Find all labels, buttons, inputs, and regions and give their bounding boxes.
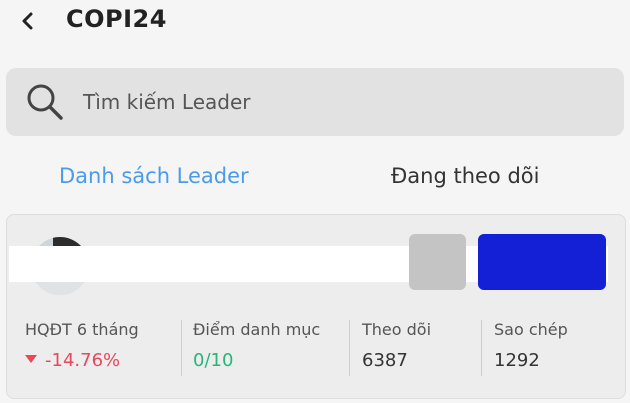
stat-performance: HQĐT 6 tháng -14.76% xyxy=(25,320,139,371)
stat-portfolio-score: Điểm danh mục 0/10 xyxy=(193,320,320,371)
stat-label: Điểm danh mục xyxy=(193,320,321,339)
stat-value: 6387 xyxy=(362,350,408,371)
stat-value: -14.76% xyxy=(45,350,121,371)
stat-label: Sao chép xyxy=(494,320,568,339)
stat-label: Theo dõi xyxy=(362,320,432,339)
chevron-left-icon xyxy=(22,12,33,30)
divider xyxy=(349,320,350,376)
stat-value: 1292 xyxy=(494,350,540,371)
stat-followers: Theo dõi 6387 xyxy=(362,320,431,371)
follow-button[interactable] xyxy=(409,234,466,290)
stat-copies: Sao chép 1292 xyxy=(494,320,568,371)
stat-value: 0/10 xyxy=(193,350,234,371)
tab-following[interactable]: Đang theo dõi xyxy=(391,164,539,188)
trend-down-icon xyxy=(25,355,37,363)
copy-trade-button[interactable] xyxy=(478,234,606,290)
search-icon xyxy=(27,84,63,120)
divider xyxy=(481,320,482,376)
tab-leader-list[interactable]: Danh sách Leader xyxy=(59,164,249,188)
page-title: COPI24 xyxy=(66,5,167,33)
header-bar: COPI24 xyxy=(0,0,630,44)
search-bar[interactable]: Tìm kiếm Leader xyxy=(6,68,624,136)
divider xyxy=(181,320,182,376)
search-input[interactable]: Tìm kiếm Leader xyxy=(83,90,250,114)
back-button[interactable] xyxy=(16,8,42,34)
stat-label: HQĐT 6 tháng xyxy=(25,320,139,339)
